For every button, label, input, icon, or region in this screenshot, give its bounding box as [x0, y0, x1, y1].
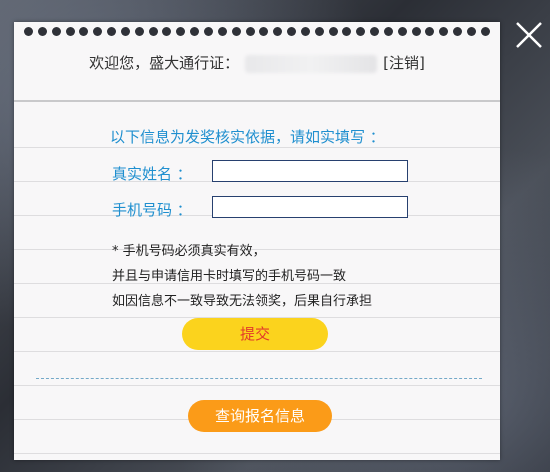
binder-hole: [51, 27, 61, 36]
welcome-text: 欢迎您，盛大通行证：: [89, 54, 240, 72]
binder-hole: [467, 27, 476, 36]
binder-hole: [93, 27, 103, 36]
note-line-2: 并且与申请信用卡时填写的手机号码一致: [112, 269, 347, 284]
binder-hole: [245, 27, 255, 36]
binder-hole: [24, 27, 33, 36]
binder-holes: [24, 27, 490, 37]
dialog-header: 欢迎您，盛大通行证： [注销]: [14, 22, 500, 102]
close-icon: [516, 22, 542, 48]
binder-hole: [314, 27, 324, 36]
binder-hole: [231, 27, 241, 36]
binder-hole: [425, 27, 435, 36]
binder-hole: [37, 27, 47, 36]
section-divider: [36, 378, 482, 379]
binder-hole: [439, 27, 449, 36]
binder-hole: [370, 27, 380, 36]
phone-label: 手机号码 ：: [112, 201, 192, 219]
query-registration-button[interactable]: 查询报名信息: [188, 400, 332, 432]
binder-hole: [300, 27, 310, 36]
binder-hole: [480, 27, 490, 36]
binder-hole: [342, 27, 352, 36]
binder-hole: [453, 27, 463, 36]
note-line-3: 如因信息不一致导致无法领奖，后果自行承担: [112, 294, 373, 309]
binder-hole: [411, 27, 421, 36]
binder-hole: [120, 27, 130, 36]
form-intro: 以下信息为发奖核实依据，请如实填写 ：: [110, 128, 385, 146]
phone-number-input[interactable]: [212, 196, 408, 218]
binder-hole: [397, 27, 407, 36]
real-name-input[interactable]: [212, 160, 408, 182]
binder-hole: [162, 27, 172, 36]
binder-hole: [328, 27, 338, 36]
binder-hole: [134, 27, 144, 36]
logout-link[interactable]: [注销]: [383, 54, 425, 72]
close-button[interactable]: [512, 18, 546, 52]
binder-hole: [356, 27, 366, 36]
binder-hole: [176, 27, 186, 36]
name-label: 真实姓名 ：: [112, 165, 192, 183]
note-line-1: * 手机号码必须真实有效，: [112, 244, 266, 259]
welcome-line: 欢迎您，盛大通行证： [注销]: [14, 52, 500, 73]
account-name-masked: [245, 54, 378, 73]
binder-hole: [107, 27, 117, 36]
submit-button[interactable]: 提交: [182, 318, 328, 350]
registration-dialog: 欢迎您，盛大通行证： [注销] 以下信息为发奖核实依据，请如实填写 ： 真实姓名 …: [14, 22, 500, 460]
binder-hole: [203, 27, 213, 36]
binder-hole: [259, 27, 269, 36]
binder-hole: [190, 27, 200, 36]
binder-hole: [79, 27, 89, 36]
binder-hole: [287, 27, 297, 36]
binder-hole: [65, 27, 75, 36]
binder-hole: [273, 27, 283, 36]
binder-hole: [383, 27, 393, 36]
binder-hole: [217, 27, 227, 36]
binder-hole: [148, 27, 158, 36]
